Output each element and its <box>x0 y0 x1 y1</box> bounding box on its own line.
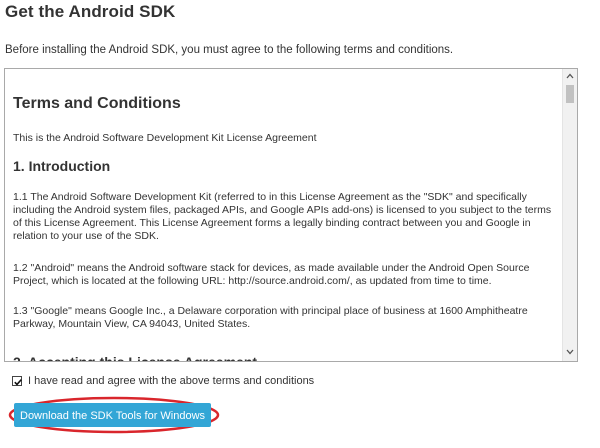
agreement-row[interactable]: I have read and agree with the above ter… <box>12 374 314 388</box>
sdk-download-page: Get the Android SDK Before installing th… <box>0 0 600 448</box>
agree-label: I have read and agree with the above ter… <box>28 375 315 387</box>
scrollbar-thumb[interactable] <box>566 85 574 103</box>
checkmark-icon <box>14 379 22 386</box>
intro-text: Before installing the Android SDK, you m… <box>5 44 454 56</box>
paragraph-1-2: 1.2 "Android" means the Android software… <box>13 262 530 287</box>
agree-checkbox[interactable] <box>12 376 22 386</box>
chevron-down-icon[interactable] <box>563 347 577 359</box>
paragraph-1-1: 1.1 The Android Software Development Kit… <box>13 191 552 242</box>
section-heading-introduction: 1. Introduction <box>13 158 111 174</box>
next-section-heading-cut-off: 2. Accepting this License Agreement <box>13 354 258 362</box>
page-title: Get the Android SDK <box>5 2 176 21</box>
agreement-line: This is the Android Software Development… <box>13 132 317 144</box>
chevron-up-icon[interactable] <box>563 71 577 83</box>
terms-heading: Terms and Conditions <box>13 95 181 112</box>
vertical-scrollbar[interactable] <box>562 69 577 361</box>
terms-scroll-box[interactable]: Terms and Conditions This is the Android… <box>4 68 578 362</box>
download-area: Download the SDK Tools for Windows <box>6 395 226 435</box>
paragraph-1-3: 1.3 "Google" means Google Inc., a Delawa… <box>13 305 528 330</box>
download-sdk-tools-button[interactable]: Download the SDK Tools for Windows <box>14 403 211 427</box>
